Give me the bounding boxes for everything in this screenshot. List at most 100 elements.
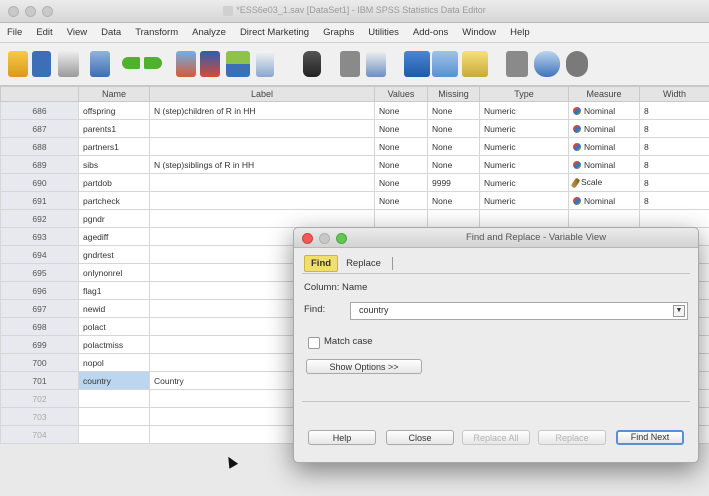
- cell-name[interactable]: offspring: [78, 101, 150, 120]
- cell-measure[interactable]: Scale: [568, 173, 640, 192]
- row-number[interactable]: 703: [0, 407, 79, 426]
- find-input[interactable]: [351, 303, 669, 317]
- cell-measure[interactable]: Nominal: [568, 191, 640, 210]
- close-button[interactable]: Close: [386, 430, 454, 445]
- menu-direct-marketing[interactable]: Direct Marketing: [233, 27, 316, 38]
- dialog-zoom-icon[interactable]: [336, 233, 347, 244]
- cell-width[interactable]: [639, 209, 709, 228]
- row-number[interactable]: 686: [0, 101, 79, 120]
- value-labels-icon[interactable]: [506, 51, 528, 77]
- help-button[interactable]: Help: [308, 430, 376, 445]
- cell-missing[interactable]: None: [427, 137, 480, 156]
- replace-all-button[interactable]: Replace All: [462, 430, 530, 445]
- cell-name[interactable]: [78, 425, 150, 444]
- table-row[interactable]: 686 offspring N (step)children of R in HH N…: [0, 101, 709, 120]
- cell-missing[interactable]: 9999: [427, 173, 480, 192]
- row-number[interactable]: 689: [0, 155, 79, 174]
- show-options-button[interactable]: Show Options >>: [306, 359, 422, 374]
- menu-transform[interactable]: Transform: [128, 27, 185, 38]
- menu-graphs[interactable]: Graphs: [316, 27, 361, 38]
- row-number[interactable]: 690: [0, 173, 79, 192]
- cell-name[interactable]: gndrtest: [78, 245, 150, 264]
- insert-cases-icon[interactable]: [340, 51, 360, 77]
- use-variable-sets-icon[interactable]: [534, 51, 560, 77]
- cell-values[interactable]: [374, 209, 428, 228]
- split-file-icon[interactable]: [404, 51, 430, 77]
- save-icon[interactable]: [32, 51, 51, 77]
- cell-values[interactable]: None: [374, 101, 428, 120]
- row-number[interactable]: 692: [0, 209, 79, 228]
- cell-missing[interactable]: None: [427, 101, 480, 120]
- table-row[interactable]: 688 partners1 None None Numeric Nominal 8: [0, 137, 709, 156]
- cell-type[interactable]: Numeric: [479, 119, 569, 138]
- spelling-icon[interactable]: [566, 51, 588, 77]
- tab-replace[interactable]: Replace: [340, 256, 387, 271]
- cell-measure[interactable]: Nominal: [568, 119, 640, 138]
- cell-width[interactable]: 8: [639, 155, 709, 174]
- cell-name[interactable]: flag1: [78, 281, 150, 300]
- row-number[interactable]: 696: [0, 281, 79, 300]
- cell-type[interactable]: Numeric: [479, 191, 569, 210]
- cell-name[interactable]: partcheck: [78, 191, 150, 210]
- dialog-recall-icon[interactable]: [90, 51, 110, 77]
- find-icon[interactable]: [303, 51, 321, 77]
- select-cases-icon[interactable]: [462, 51, 488, 77]
- cell-values[interactable]: None: [374, 119, 428, 138]
- table-row[interactable]: 692 pgndr: [0, 209, 709, 228]
- cell-label[interactable]: [149, 137, 375, 156]
- cell-name[interactable]: sibs: [78, 155, 150, 174]
- menu-window[interactable]: Window: [455, 27, 503, 38]
- cell-label[interactable]: N (step)siblings of R in HH: [149, 155, 375, 174]
- row-number[interactable]: 704: [0, 425, 79, 444]
- go-to-variable-icon[interactable]: [200, 51, 220, 77]
- table-row[interactable]: 689 sibs N (step)siblings of R in HH None No…: [0, 155, 709, 174]
- row-number[interactable]: 687: [0, 119, 79, 138]
- cell-type[interactable]: Numeric: [479, 155, 569, 174]
- cell-measure[interactable]: Nominal: [568, 101, 640, 120]
- cell-missing[interactable]: None: [427, 155, 480, 174]
- column-header-values[interactable]: Values: [374, 86, 428, 102]
- menu-data[interactable]: Data: [94, 27, 128, 38]
- cell-measure[interactable]: Nominal: [568, 155, 640, 174]
- cell-missing[interactable]: None: [427, 191, 480, 210]
- menu-analyze[interactable]: Analyze: [185, 27, 233, 38]
- run-descriptives-icon[interactable]: [256, 51, 274, 77]
- menu-help[interactable]: Help: [503, 27, 537, 38]
- cell-width[interactable]: 8: [639, 101, 709, 120]
- find-next-button[interactable]: Find Next: [616, 430, 684, 445]
- go-to-case-icon[interactable]: [176, 51, 196, 77]
- column-header-missing[interactable]: Missing: [427, 86, 480, 102]
- undo-icon[interactable]: [122, 57, 140, 69]
- cell-name[interactable]: [78, 407, 150, 426]
- find-combobox[interactable]: ▼: [350, 302, 688, 320]
- row-number[interactable]: 700: [0, 353, 79, 372]
- row-number[interactable]: 695: [0, 263, 79, 282]
- cell-label[interactable]: [149, 209, 375, 228]
- cell-label[interactable]: [149, 173, 375, 192]
- cell-name[interactable]: agediff: [78, 227, 150, 246]
- chevron-down-icon[interactable]: ▼: [673, 305, 685, 317]
- variables-icon[interactable]: [226, 51, 250, 77]
- column-header-measure[interactable]: Measure: [568, 86, 640, 102]
- column-header-name[interactable]: Name: [78, 86, 150, 102]
- cell-name[interactable]: onlynonrel: [78, 263, 150, 282]
- cell-label[interactable]: [149, 119, 375, 138]
- cell-values[interactable]: None: [374, 137, 428, 156]
- cell-values[interactable]: None: [374, 155, 428, 174]
- cell-type[interactable]: [479, 209, 569, 228]
- cell-measure[interactable]: [568, 209, 640, 228]
- cell-name[interactable]: newid: [78, 299, 150, 318]
- row-number[interactable]: 688: [0, 137, 79, 156]
- menu-edit[interactable]: Edit: [29, 27, 59, 38]
- cell-missing[interactable]: None: [427, 119, 480, 138]
- cell-name[interactable]: country: [78, 371, 150, 390]
- cell-name[interactable]: polact: [78, 317, 150, 336]
- column-header-label[interactable]: Label: [149, 86, 375, 102]
- column-header-type[interactable]: Type: [479, 86, 569, 102]
- row-number[interactable]: 699: [0, 335, 79, 354]
- match-case-checkbox[interactable]: [308, 337, 320, 349]
- menu-view[interactable]: View: [60, 27, 94, 38]
- cell-name[interactable]: pgndr: [78, 209, 150, 228]
- menu-utilities[interactable]: Utilities: [361, 27, 406, 38]
- print-icon[interactable]: [58, 51, 79, 77]
